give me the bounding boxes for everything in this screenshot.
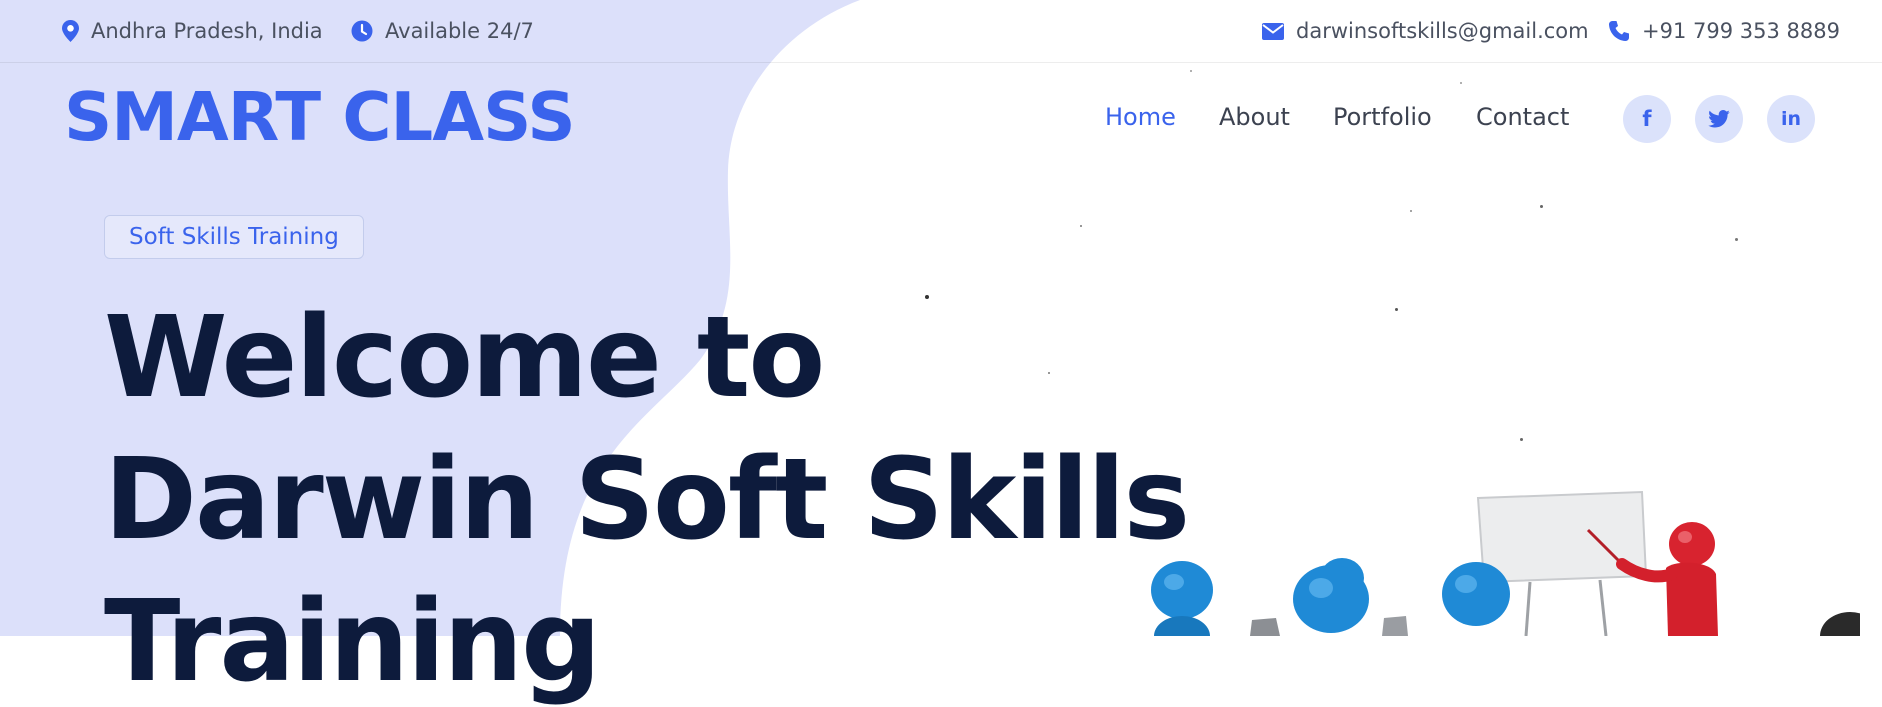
- nav-contact[interactable]: Contact: [1476, 103, 1569, 131]
- twitter-button[interactable]: [1695, 95, 1743, 143]
- hours-text: Available 24/7: [385, 19, 534, 43]
- location-info: Andhra Pradesh, India: [62, 17, 323, 45]
- nav-about[interactable]: About: [1219, 103, 1290, 131]
- email-text[interactable]: darwinsoftskills@gmail.com: [1296, 19, 1589, 43]
- classroom-presentation-illustration: [1151, 490, 1860, 636]
- linkedin-button[interactable]: in: [1767, 95, 1815, 143]
- top-info-bar: Andhra Pradesh, India Available 24/7 dar…: [0, 0, 1882, 63]
- map-pin-icon: [62, 20, 79, 42]
- location-text: Andhra Pradesh, India: [91, 19, 323, 43]
- clock-icon: [351, 20, 373, 42]
- phone-icon: [1609, 21, 1629, 41]
- hero-title-line-2: Darwin Soft Skills: [104, 435, 1190, 565]
- twitter-icon: [1708, 110, 1730, 128]
- nav-home[interactable]: Home: [1105, 103, 1176, 131]
- nav-portfolio[interactable]: Portfolio: [1333, 103, 1432, 131]
- hero-badge: Soft Skills Training: [104, 215, 364, 259]
- linkedin-icon: in: [1780, 108, 1802, 130]
- facebook-icon: f: [1642, 107, 1652, 131]
- phone-info[interactable]: +91 799 353 8889: [1608, 17, 1840, 45]
- phone-text[interactable]: +91 799 353 8889: [1642, 19, 1840, 43]
- email-info[interactable]: darwinsoftskills@gmail.com: [1262, 17, 1589, 45]
- hours-info: Available 24/7: [351, 17, 534, 45]
- envelope-icon: [1262, 22, 1284, 40]
- hero-title-line-1: Welcome to: [104, 293, 825, 423]
- brand-logo[interactable]: SMART CLASS: [64, 78, 576, 156]
- hero-title-line-3: Training: [104, 577, 601, 707]
- facebook-button[interactable]: f: [1623, 95, 1671, 143]
